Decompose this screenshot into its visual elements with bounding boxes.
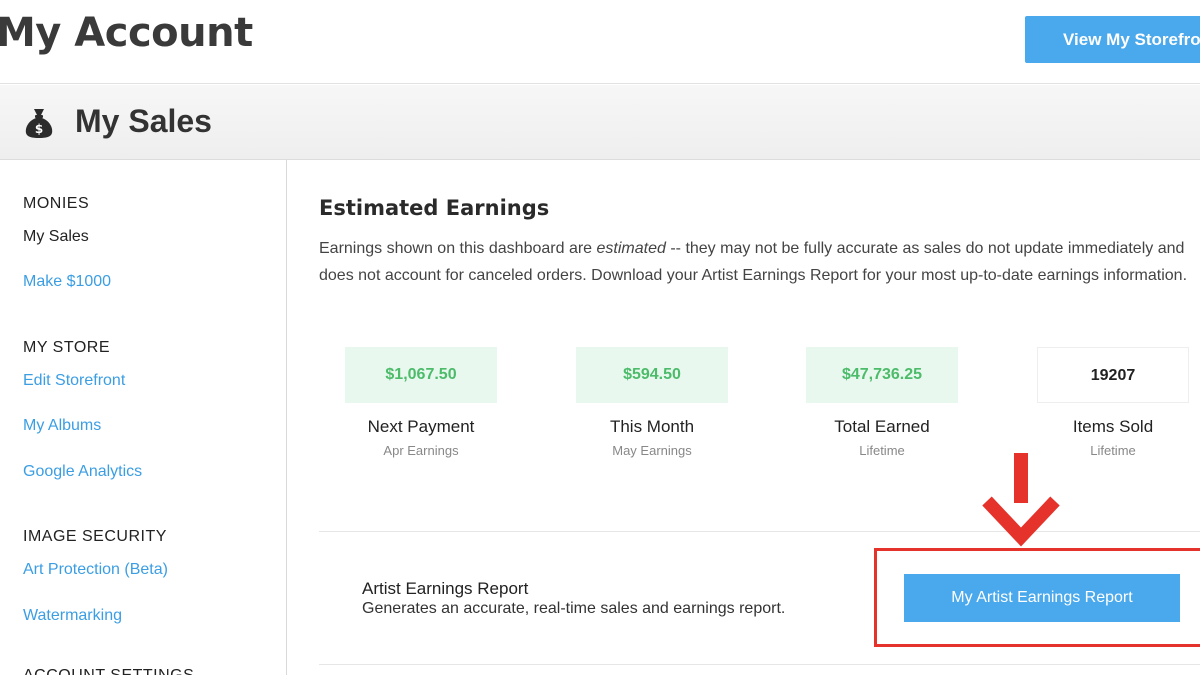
stat-sublabel: Apr Earnings [383,443,459,458]
bottom-divider [319,664,1200,665]
stat-label: Next Payment [367,417,475,436]
stat-label: This Month [609,417,695,436]
sidebar-heading-account-settings: ACCOUNT SETTINGS [23,667,194,675]
report-title: Artist Earnings Report [362,579,529,598]
stat-value: $594.50 [576,347,728,403]
section-header: $ My Sales [0,85,1200,160]
stat-this-month: $594.50 This Month May Earnings [576,347,728,458]
page-title: My Account [0,10,253,56]
sidebar: MONIES My Sales Make $1000 MY STORE Edit… [0,160,287,675]
section-title: My Sales [75,103,212,139]
stat-value: $47,736.25 [806,347,958,403]
stat-sublabel: Lifetime [859,443,905,458]
sidebar-heading-my-store: MY STORE [23,339,110,356]
earnings-title: Estimated Earnings [319,196,550,220]
stat-total-earned: $47,736.25 Total Earned Lifetime [806,347,958,458]
sidebar-heading-monies: MONIES [23,195,90,212]
sidebar-item-make-1000[interactable]: Make $1000 [23,273,111,291]
earnings-desc-emphasis: estimated [596,240,666,257]
stat-value: 19207 [1037,347,1189,403]
earnings-description: Earnings shown on this dashboard are est… [319,236,1200,289]
svg-text:$: $ [35,122,43,136]
stat-value: $1,067.50 [345,347,497,403]
sidebar-item-my-sales[interactable]: My Sales [23,228,89,246]
sidebar-item-my-albums[interactable]: My Albums [23,417,101,435]
sidebar-item-edit-storefront[interactable]: Edit Storefront [23,372,125,390]
stat-label: Items Sold [1072,417,1154,436]
report-description: Generates an accurate, real-time sales a… [362,600,786,617]
sidebar-item-google-analytics[interactable]: Google Analytics [23,463,142,481]
sidebar-item-art-protection[interactable]: Art Protection (Beta) [23,561,168,579]
main-content: Estimated Earnings Earnings shown on thi… [288,160,1200,675]
stat-items-sold: 19207 Items Sold Lifetime [1037,347,1189,458]
stat-label: Total Earned [834,417,930,436]
red-arrow-icon [982,453,1060,547]
sidebar-item-watermarking[interactable]: Watermarking [23,607,122,625]
moneybag-icon: $ [25,109,53,138]
stat-next-payment: $1,067.50 Next Payment Apr Earnings [345,347,497,458]
artist-earnings-report-button[interactable]: My Artist Earnings Report [904,574,1180,622]
stat-sublabel: May Earnings [612,443,692,458]
earnings-desc-before: Earnings shown on this dashboard are [319,240,597,257]
sidebar-heading-image-security: IMAGE SECURITY [23,528,167,545]
section-divider [319,531,1200,532]
view-storefront-button[interactable]: View My Storefront [1025,16,1200,63]
top-bar: My Account View My Storefront [0,0,1200,84]
